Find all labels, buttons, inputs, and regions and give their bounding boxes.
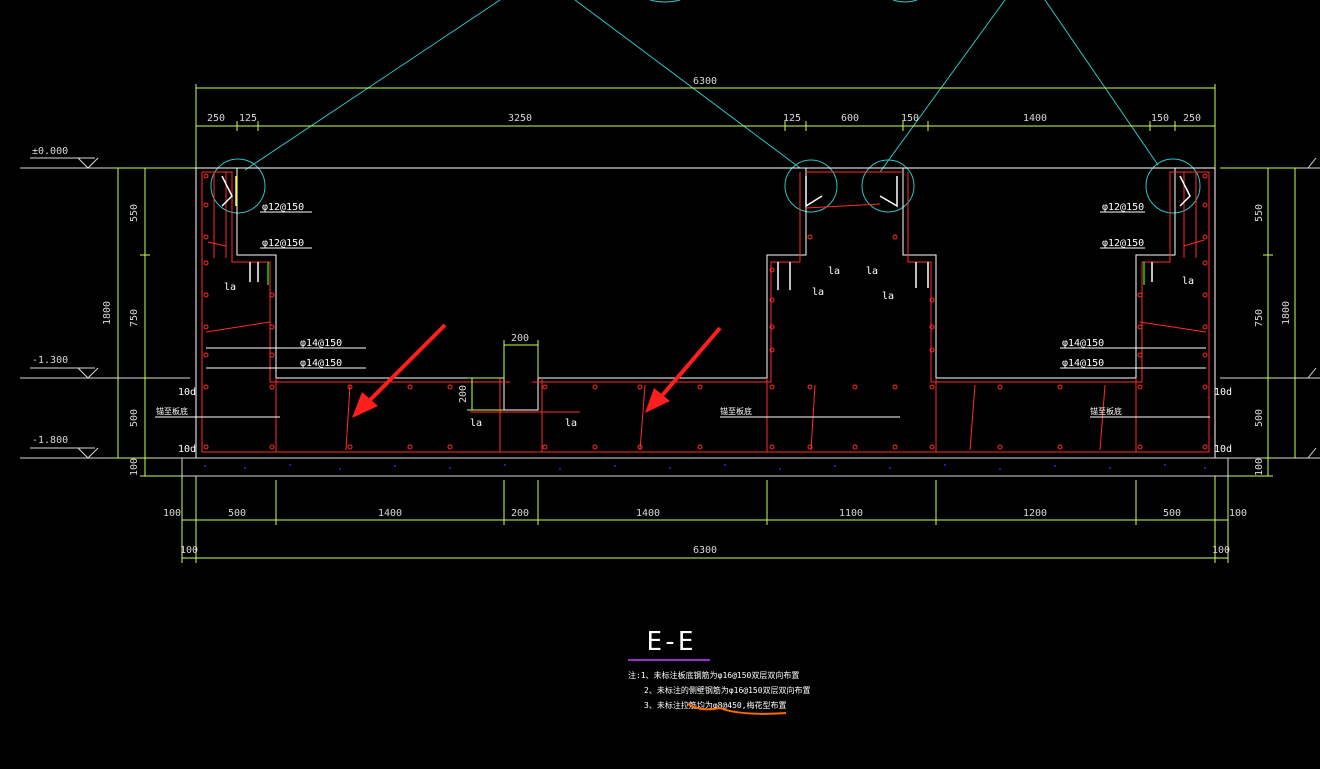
right-dim-4: 100 [1254, 458, 1265, 476]
bottom-dim-6: 1100 [839, 508, 863, 519]
note-2: 2、未标注的侧壁钢筋为φ16@150双层双向布置 [644, 685, 811, 695]
bottom-overall-dim: 6300 [693, 545, 717, 556]
bottom-dim-1: 100 [163, 508, 181, 519]
top-dim-4: 125 [783, 113, 801, 124]
anchor-to-base-label: 锚至板底 [1090, 406, 1122, 416]
anchor-to-base-label: 锚至板底 [720, 406, 752, 416]
rebar-label-mid-right-2: φ14@150 [1062, 358, 1104, 369]
right-dim-2: 750 [1254, 309, 1265, 327]
bottom-end-right-dim: 100 [1212, 545, 1230, 556]
la-label: la [565, 418, 577, 429]
rebar-label-mid-right-1: φ14@150 [1062, 338, 1104, 349]
level-mid: -1.300 [32, 355, 68, 366]
section-drawing: 6300 250 125 3250 125 600 150 1400 150 2… [20, 0, 1320, 715]
bottom-dim-2: 500 [228, 508, 246, 519]
level-top: ±0.000 [32, 146, 68, 157]
rebar-dots [203, 173, 1208, 450]
rebar-label-top-left-1: φ12@150 [262, 202, 304, 213]
right-dim-3: 500 [1254, 409, 1265, 427]
rebar-label-top-right-1: φ12@150 [1102, 202, 1144, 213]
ten-d-label: 10d [178, 444, 196, 455]
top-dim-7: 1400 [1023, 113, 1047, 124]
la-label: la [882, 291, 894, 302]
ten-d-label: 10d [178, 387, 196, 398]
la-label: la [812, 287, 824, 298]
bottom-dim-4: 200 [511, 508, 529, 519]
top-dim-2: 125 [239, 113, 257, 124]
label-leaders [155, 211, 1210, 418]
rebar-label-mid-left-2: φ14@150 [300, 358, 342, 369]
top-overall-dim: 6300 [693, 76, 717, 87]
top-dim-5: 600 [841, 113, 859, 124]
left-dim-3: 500 [129, 409, 140, 427]
right-dim-1: 550 [1254, 204, 1265, 222]
right-total-dim: 1800 [1281, 301, 1292, 325]
note-1: 注:1、未标注板底钢筋为φ16@150双层双向布置 [628, 670, 799, 680]
top-dim-8: 150 [1151, 113, 1169, 124]
left-total-dim: 1800 [102, 301, 113, 325]
la-label: la [866, 266, 878, 277]
level-bottom: -1.800 [32, 435, 68, 446]
la-label: la [1182, 276, 1194, 287]
top-dim-9: 250 [1183, 113, 1201, 124]
annotation-arrows [352, 323, 722, 418]
left-dimensions [113, 167, 196, 477]
concrete-outline [181, 167, 1229, 477]
foundation-pattern [204, 464, 1206, 470]
bottom-dim-5: 1400 [636, 508, 660, 519]
ten-d-label: 10d [1214, 444, 1232, 455]
section-title: E-E [647, 627, 694, 657]
bottom-dim-8: 500 [1163, 508, 1181, 519]
la-label: la [828, 266, 840, 277]
la-label: la [224, 282, 236, 293]
bottom-end-left-dim: 100 [180, 545, 198, 556]
bottom-dim-9: 100 [1229, 508, 1247, 519]
rebar [201, 171, 1210, 453]
groove-width-dim: 200 [511, 333, 529, 344]
left-dim-1: 550 [129, 204, 140, 222]
left-dim-4: 100 [129, 458, 140, 476]
corner-bars [221, 175, 1191, 290]
leader-lines [210, 0, 1201, 214]
rebar-label-top-right-2: φ12@150 [1102, 238, 1144, 249]
top-dim-1: 250 [207, 113, 225, 124]
groove-dimension [467, 340, 539, 411]
bottom-dim-3: 1400 [378, 508, 402, 519]
top-dim-6: 150 [901, 113, 919, 124]
top-dim-3: 3250 [508, 113, 532, 124]
groove-depth-dim: 200 [458, 385, 469, 403]
left-dim-2: 750 [129, 309, 140, 327]
bottom-dim-7: 1200 [1023, 508, 1047, 519]
rebar-label-mid-left-1: φ14@150 [300, 338, 342, 349]
ten-d-label: 10d [1214, 387, 1232, 398]
anchor-to-base-label: 锚至板底 [156, 406, 188, 416]
la-label: la [470, 418, 482, 429]
rebar-label-top-left-2: φ12@150 [262, 238, 304, 249]
